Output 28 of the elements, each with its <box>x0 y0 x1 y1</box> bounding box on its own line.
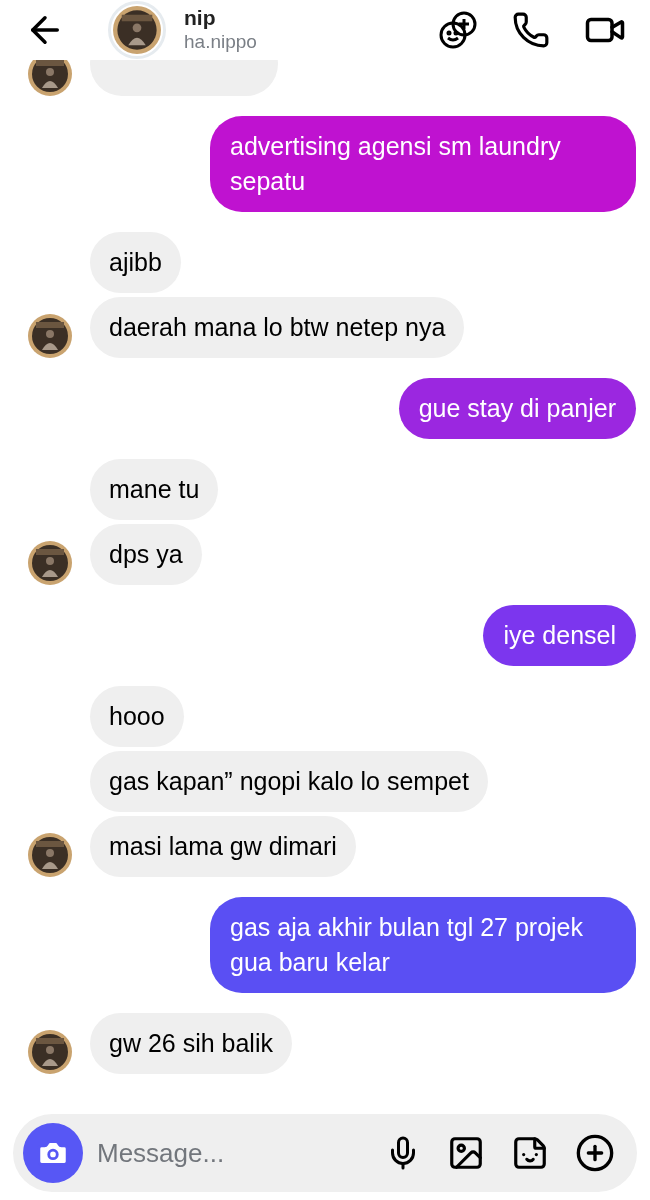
avatar <box>28 541 72 585</box>
avatar <box>28 1030 72 1074</box>
message-bubble: mane tu <box>90 459 219 520</box>
smiley-plus-icon[interactable] <box>438 10 478 50</box>
message-bubble: dps ya <box>90 524 202 585</box>
contact-name: nip <box>184 6 217 30</box>
message-composer[interactable]: Message... <box>13 1114 637 1192</box>
message-bubble: iye densel <box>483 605 636 666</box>
message-bubble: daerah mana lo btw netep nya <box>90 297 465 358</box>
avatar <box>28 314 72 358</box>
message-bubble: masi lama gw dimari <box>90 816 356 877</box>
camera-button[interactable] <box>23 1123 83 1183</box>
avatar <box>113 6 161 54</box>
message-input[interactable]: Message... <box>97 1133 385 1173</box>
message-bubble: ajibb <box>90 232 181 293</box>
message-bubble: gas aja akhir bulan tgl 27 projek gua baru kelar <box>210 897 636 993</box>
avatar <box>28 833 72 877</box>
message-bubble: gue stay di panjer <box>398 378 636 439</box>
add-icon[interactable] <box>575 1133 615 1173</box>
contact-username: ha.nippo <box>184 30 257 54</box>
message-bubble: hooo <box>90 686 184 747</box>
message-bubble: advertising agensi sm laundry sepatu <box>210 116 636 212</box>
phone-icon[interactable] <box>512 11 550 49</box>
avatar <box>28 60 72 96</box>
sticker-icon[interactable] <box>511 1134 549 1172</box>
gallery-icon[interactable] <box>447 1134 485 1172</box>
message-bubble: gw 26 sih balik <box>90 1013 292 1074</box>
message-bubble: gas kapan” ngopi kalo lo sempet <box>90 751 488 812</box>
